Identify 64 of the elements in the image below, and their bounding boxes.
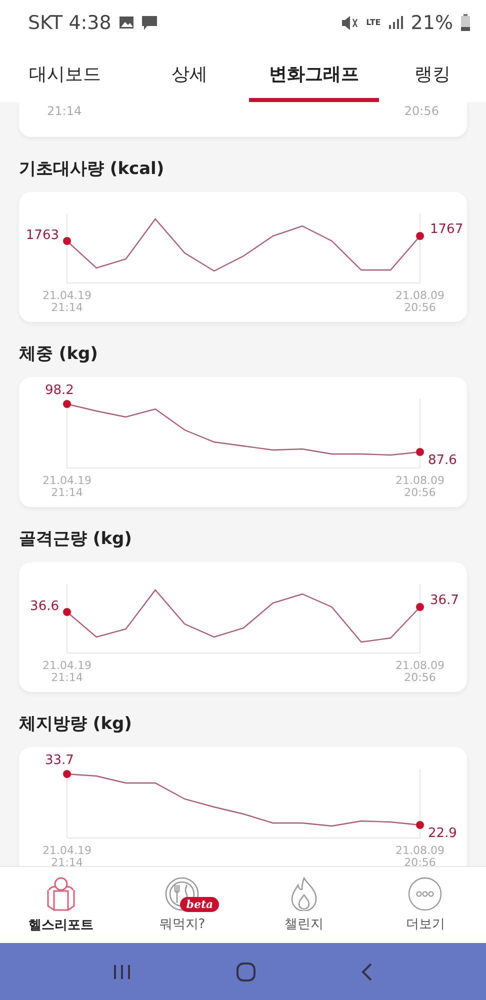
start-date: 21.04.19 [42, 844, 92, 857]
network-label: LTE [366, 18, 381, 27]
carrier-time: SKT 4:38 [28, 12, 112, 34]
start-point [63, 400, 71, 408]
signal-icon [388, 16, 403, 29]
start-point [63, 608, 71, 616]
tab[interactable]: 대시보드 [0, 45, 130, 102]
start-point [63, 770, 71, 778]
start-date: 21.04.19 [42, 659, 92, 672]
back-icon[interactable] [361, 962, 374, 980]
section-title: 골격근량 (kg) [19, 528, 133, 550]
tab[interactable]: 상세 [130, 45, 249, 102]
nav-item[interactable]: beta 뭐먹지? [122, 867, 243, 943]
start-time: 21:14 [51, 856, 83, 866]
start-value: 98.2 [45, 383, 74, 398]
nav-label: 뭐먹지? [159, 916, 206, 933]
end-date: 21.08.09 [396, 659, 444, 672]
nav-label: 헬스리포트 [28, 917, 94, 934]
start-value: 33.7 [45, 753, 74, 768]
end-date: 21.08.09 [396, 289, 444, 302]
mute-icon [342, 16, 358, 30]
nav-label: 더보기 [406, 916, 445, 933]
battery-icon [461, 14, 470, 31]
start-time: 21:14 [47, 104, 82, 120]
home-icon[interactable] [236, 962, 256, 982]
end-point [416, 603, 424, 611]
start-time: 21:14 [51, 671, 83, 684]
start-date: 21.04.19 [42, 289, 92, 302]
start-date: 21.04.19 [42, 474, 92, 487]
end-value: 87.6 [428, 453, 457, 468]
section-title: 기초대사량 (kcal) [19, 158, 166, 180]
start-point [63, 237, 71, 245]
nav-item[interactable]: 챌린지 [243, 867, 364, 943]
nav-item[interactable]: 헬스리포트 [0, 867, 122, 943]
end-time: 20:56 [404, 671, 436, 684]
flame-icon [290, 877, 318, 911]
start-time: 21:14 [51, 486, 83, 499]
nav-item[interactable]: 더보기 [364, 867, 486, 943]
end-value: 1767 [430, 222, 464, 237]
end-point [416, 448, 424, 456]
end-point [416, 821, 424, 829]
more-icon [408, 877, 442, 911]
end-point [416, 232, 424, 240]
end-time: 20:56 [404, 856, 436, 866]
end-value: 36.7 [430, 593, 459, 608]
start-value: 1763 [26, 228, 59, 243]
end-time: 20:56 [404, 486, 436, 499]
recents-icon[interactable] [112, 964, 131, 980]
people-icon [44, 876, 77, 912]
beta-badge: beta [180, 897, 220, 912]
image-icon [119, 16, 134, 29]
tab[interactable]: 랭킹 [379, 45, 486, 102]
section-title: 체중 (kg) [19, 343, 99, 365]
end-date: 21.08.09 [396, 844, 444, 857]
end-time: 20:56 [404, 301, 436, 314]
end-date: 21.08.09 [396, 474, 444, 487]
start-value: 36.6 [30, 599, 59, 614]
end-value: 22.9 [428, 826, 457, 841]
end-time: 20:56 [404, 104, 439, 120]
start-time: 21:14 [51, 301, 83, 314]
section-title: 체지방량 (kg) [19, 713, 133, 735]
battery-level: 21% [410, 12, 453, 34]
nav-label: 챌린지 [284, 916, 324, 933]
message-icon [142, 16, 158, 30]
